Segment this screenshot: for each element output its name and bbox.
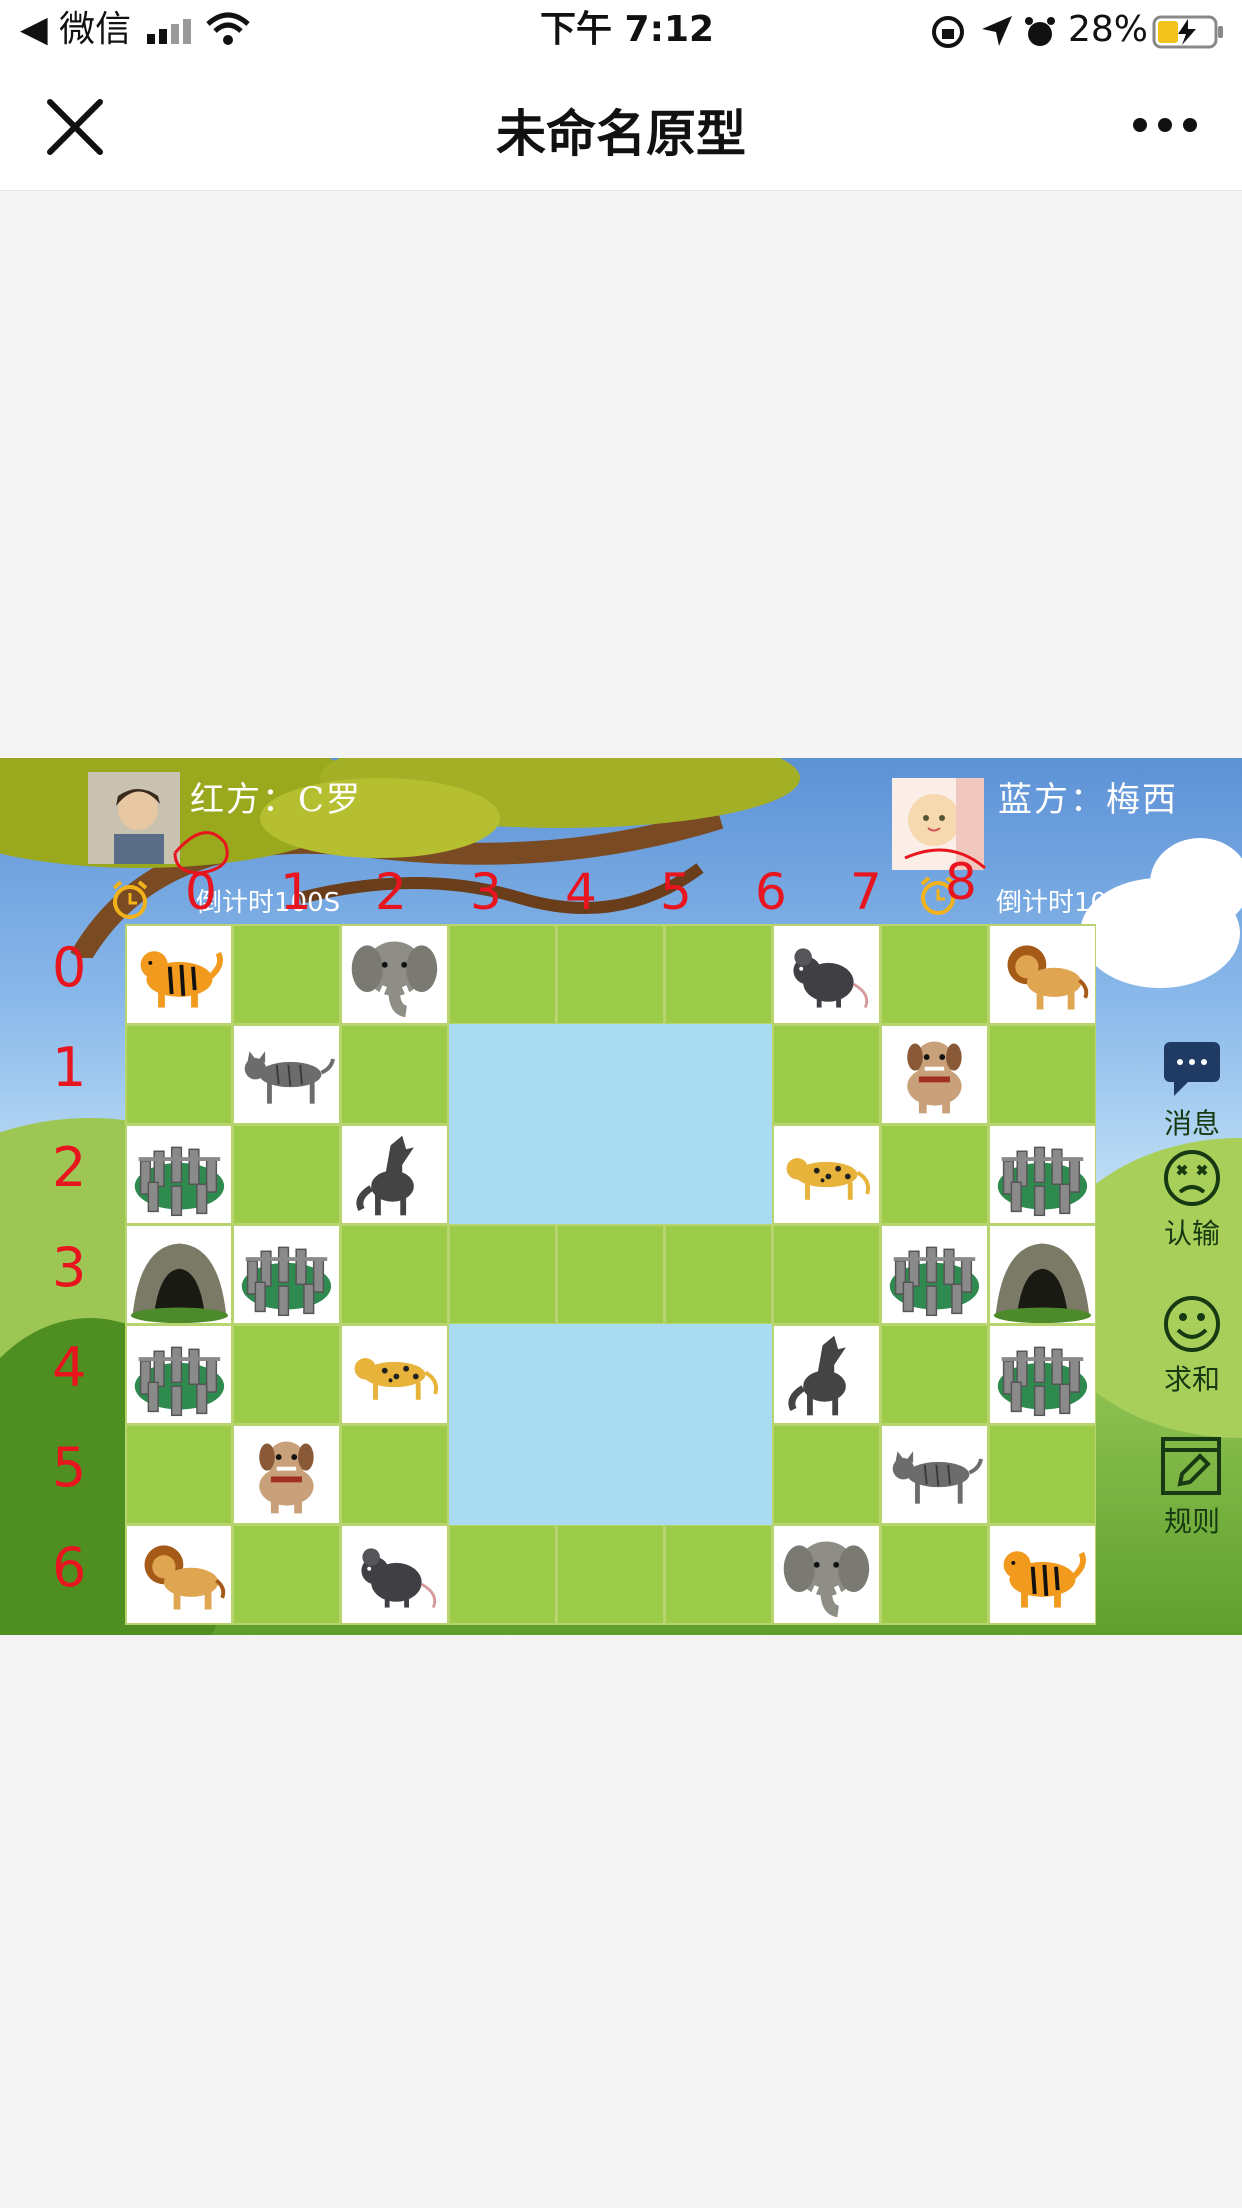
status-bar: ◀ 微信 下午 7:12 28% <box>0 0 1242 60</box>
signal-icon <box>145 18 197 48</box>
alarm-icon <box>1022 14 1058 54</box>
status-time: 下午 7:12 <box>540 9 715 50</box>
battery-percent: 28% <box>1068 9 1149 50</box>
game-scene: 红方：C罗 倒计时100S 蓝方：梅西 倒计时100S 消息 认输 求和 规则 … <box>0 758 1242 1635</box>
rotation-lock-icon <box>930 14 966 54</box>
page-title: 未命名原型 <box>496 105 746 163</box>
annotation-stroke-decoration <box>173 831 986 875</box>
nav-bar: 未命名原型 <box>0 60 1242 191</box>
back-to-wechat-link[interactable]: ◀ 微信 <box>20 8 131 52</box>
location-icon <box>980 14 1014 52</box>
battery-icon <box>1152 14 1226 54</box>
wifi-icon <box>205 12 251 50</box>
more-dots-icon <box>1133 118 1197 132</box>
more-options-button[interactable] <box>1130 100 1200 150</box>
